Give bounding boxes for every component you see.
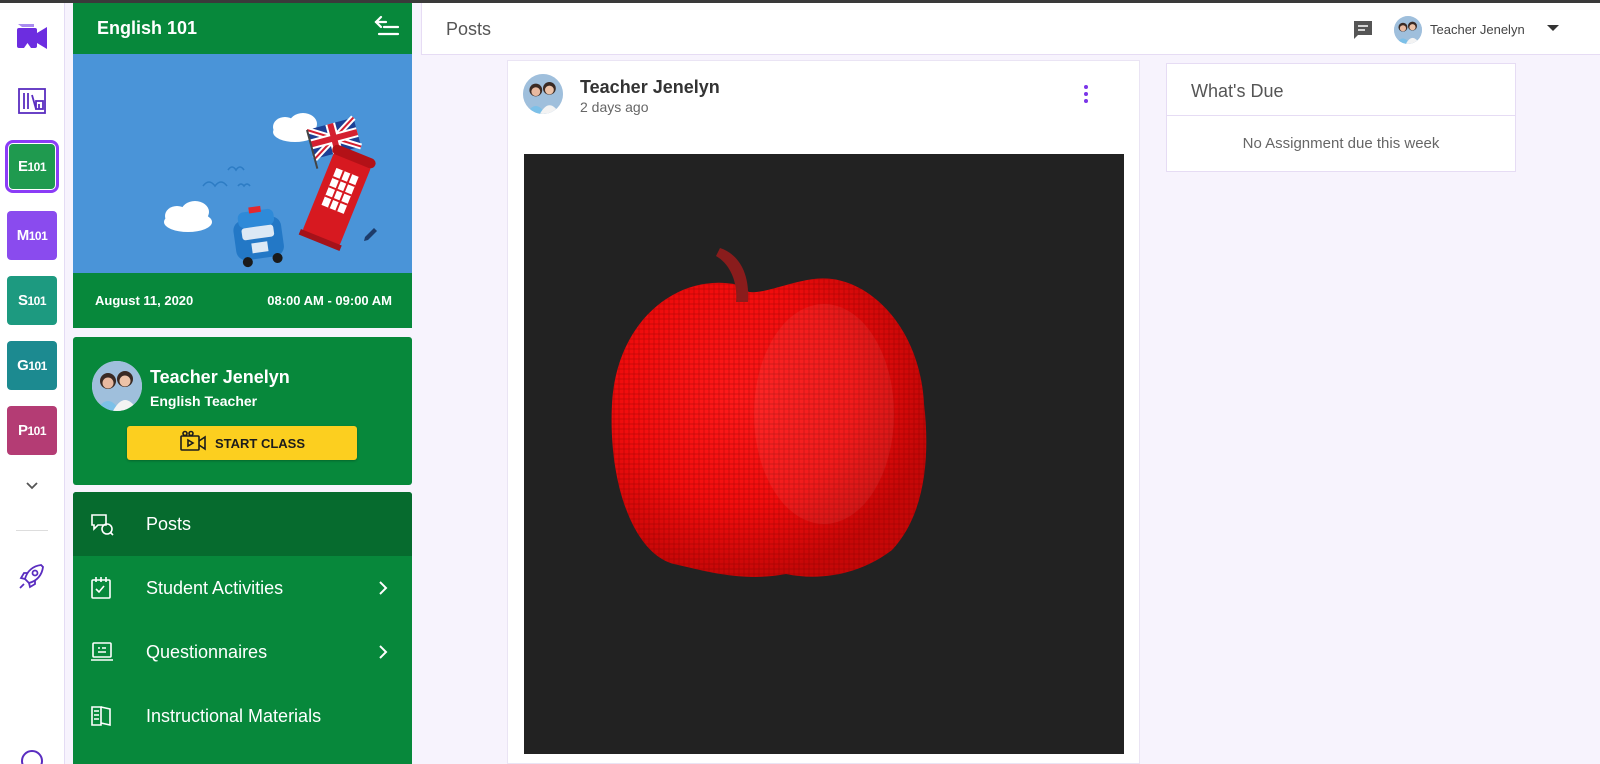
edit-banner-icon[interactable] [361,224,381,244]
whats-due-empty-message: No Assignment due this week [1242,135,1440,152]
video-class-icon[interactable] [14,19,50,55]
top-bar: Posts Teacher Jenelyn [421,3,1600,55]
more-options-icon[interactable] [1078,85,1094,103]
nav-item-student-activities[interactable]: Student Activities [73,556,412,620]
post-author-name: Teacher Jenelyn [580,77,720,97]
course-button-s101[interactable]: S 101 [7,276,57,325]
class-navigation: Posts Student Activities Questionnaires [73,492,412,764]
class-banner-image [73,54,412,273]
help-icon[interactable] [14,743,50,764]
activities-icon [89,575,115,601]
nav-label: Instructional Materials [146,705,322,726]
app-rail: E 101 M 101 S 101 G 101 P 101 [0,3,65,764]
nav-item-questionnaires[interactable]: Questionnaires [73,620,412,684]
teacher-card: Teacher Jenelyn English Teacher START CL… [73,337,412,485]
nav-item-posts[interactable]: Posts [73,492,412,556]
start-class-button[interactable]: START CLASS [127,426,357,460]
page-title: Posts [446,19,492,39]
nav-label: Questionnaires [146,641,268,662]
whats-due-card: What's Due No Assignment due this week [1166,63,1516,172]
teacher-name: Teacher Jenelyn [150,367,290,387]
course-letter: E [17,158,28,175]
whats-due-divider [1167,115,1515,116]
course-button-e101[interactable]: E 101 [5,140,59,193]
start-class-label: START CLASS [214,435,306,451]
course-letter: G [17,357,29,374]
class-schedule-bar: August 11, 2020 08:00 AM - 09:00 AM [73,273,412,328]
course-button-p101[interactable]: P 101 [7,406,57,455]
class-panel-header: English 101 [73,3,412,54]
post-image[interactable] [524,154,1124,754]
course-button-m101[interactable]: M 101 [7,211,57,260]
post-author-avatar [523,74,563,114]
teacher-avatar [92,361,142,411]
library-icon[interactable] [14,83,50,119]
rail-divider [16,530,48,531]
video-camera-icon [179,430,207,457]
course-letter: P [17,422,28,439]
course-letter: S [17,292,28,309]
course-letter: M [16,227,30,244]
user-avatar[interactable] [1394,16,1422,44]
whats-due-title: What's Due [1191,81,1284,101]
course-number: 101 [27,293,47,308]
collapse-menu-icon[interactable] [374,15,400,42]
rocket-icon[interactable] [14,558,50,594]
nav-label: Posts [146,513,192,534]
course-number: 101 [27,159,47,174]
post-card: Teacher Jenelyn 2 days ago [507,60,1140,764]
course-number: 101 [28,358,47,373]
chevron-right-icon [376,578,390,598]
posts-icon [89,511,115,537]
nav-label: Student Activities [146,577,284,598]
class-time: 08:00 AM - 09:00 AM [267,293,392,308]
expand-chevron-icon[interactable] [14,468,50,504]
course-button-g101[interactable]: G 101 [7,341,57,390]
teacher-role: English Teacher [150,393,258,409]
nav-item-instructional-materials[interactable]: Instructional Materials [73,684,412,748]
user-name[interactable]: Teacher Jenelyn [1430,22,1525,37]
class-title: English 101 [97,18,198,38]
chat-icon[interactable] [1352,19,1374,41]
course-number: 101 [28,228,48,243]
caret-down-icon[interactable] [1547,25,1559,31]
course-number: 101 [27,423,47,438]
chevron-right-icon [376,642,390,662]
class-date: August 11, 2020 [95,293,194,308]
materials-icon [89,703,115,729]
post-timestamp: 2 days ago [580,99,649,115]
questionnaires-icon [89,639,115,665]
